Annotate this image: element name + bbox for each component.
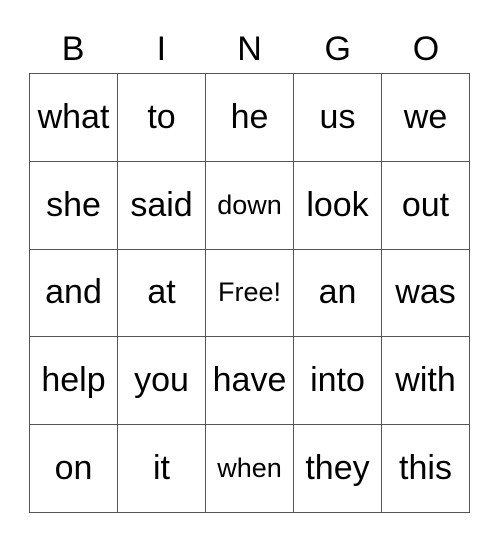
bingo-cell[interactable]: down [205, 160, 294, 250]
bingo-cell[interactable]: he [205, 73, 294, 162]
header-letter-b: B [61, 30, 85, 68]
header-letter-g: G [324, 30, 351, 68]
bingo-cell[interactable]: with [381, 336, 470, 426]
bingo-cell[interactable]: this [381, 424, 470, 513]
bingo-row: what to he us we [29, 73, 470, 162]
bingo-cell[interactable]: what [29, 73, 118, 162]
bingo-header: B I N G O [29, 28, 470, 70]
header-letter-n: N [237, 30, 262, 68]
bingo-cell[interactable]: they [293, 424, 382, 513]
bingo-cell[interactable]: help [29, 336, 118, 426]
bingo-cell[interactable]: have [205, 336, 294, 426]
bingo-row: and at Free! an was [29, 248, 470, 338]
bingo-cell[interactable]: to [117, 73, 206, 162]
bingo-cell[interactable]: at [117, 248, 206, 338]
bingo-row: on it when they this [29, 424, 470, 513]
bingo-cell[interactable]: into [293, 336, 382, 426]
header-letter-i: I [156, 30, 167, 68]
bingo-cell[interactable]: look [293, 160, 382, 250]
bingo-card: what to he us we she said down look out and at Free!… [29, 73, 470, 513]
bingo-cell[interactable]: we [381, 73, 470, 162]
bingo-cell[interactable]: she [29, 160, 118, 250]
bingo-cell[interactable]: when [205, 424, 294, 513]
bingo-row: help you have into with [29, 336, 470, 426]
header-letter-o: O [412, 30, 440, 68]
bingo-cell[interactable]: and [29, 248, 118, 338]
bingo-cell[interactable]: was [381, 248, 470, 338]
bingo-cell[interactable]: said [117, 160, 206, 250]
free-space-cell[interactable]: Free! [205, 248, 294, 338]
bingo-cell[interactable]: it [117, 424, 206, 513]
bingo-cell[interactable]: you [117, 336, 206, 426]
bingo-row: she said down look out [29, 160, 470, 250]
bingo-cell[interactable]: on [29, 424, 118, 513]
bingo-cell[interactable]: an [293, 248, 382, 338]
bingo-cell[interactable]: us [293, 73, 382, 162]
bingo-cell[interactable]: out [381, 160, 470, 250]
